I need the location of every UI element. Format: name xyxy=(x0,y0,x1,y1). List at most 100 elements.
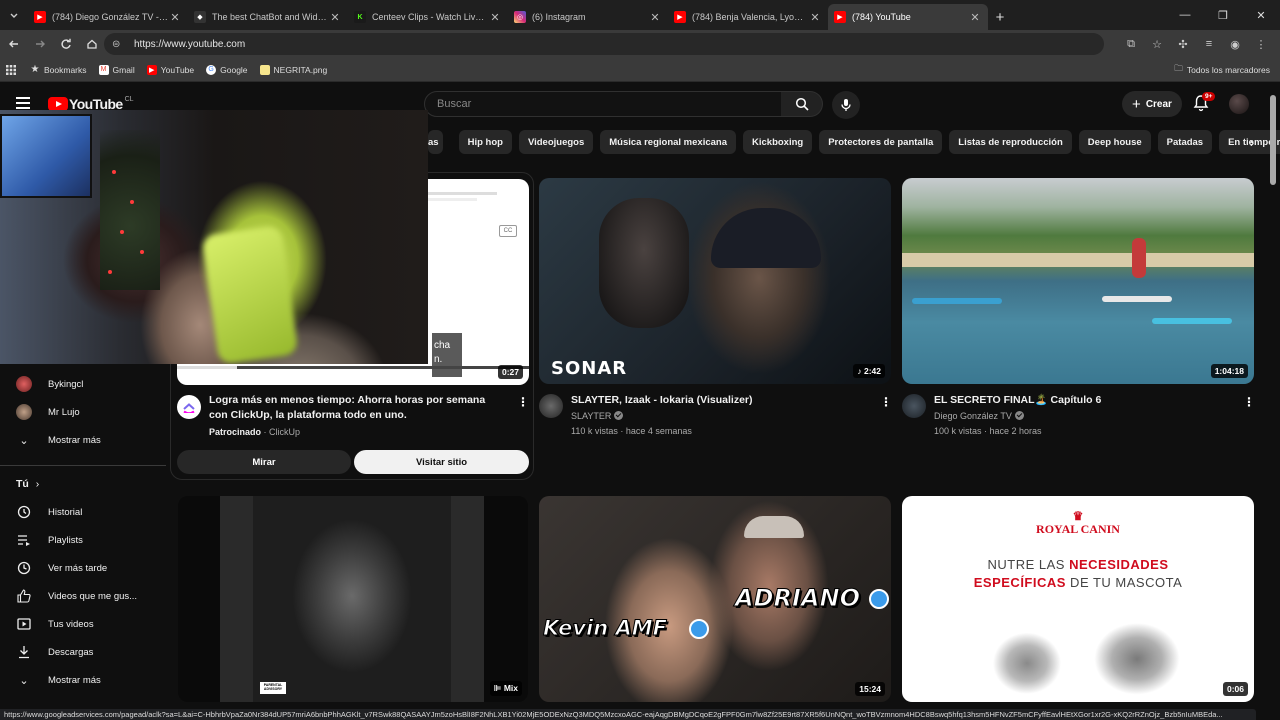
sidebar-item-show-more[interactable]: ⌄ Mostrar más xyxy=(0,667,166,693)
browser-tab-active[interactable]: ▶ (784) YouTube ✕ xyxy=(828,4,988,30)
bookmark-youtube[interactable]: ▶ YouTube xyxy=(146,64,194,75)
ad-progress-bar[interactable] xyxy=(177,366,529,369)
chip[interactable]: Listas de reproducción xyxy=(949,130,1072,154)
account-avatar[interactable] xyxy=(1229,94,1249,114)
bookmark-negrita[interactable]: NEGRITA.png xyxy=(259,64,327,75)
bookmark-bookmarks[interactable]: ★ Bookmarks xyxy=(30,64,87,75)
voice-search-button[interactable] xyxy=(832,91,860,119)
youtube-icon: ▶ xyxy=(146,64,157,75)
headline-plain: NUTRE LAS xyxy=(987,557,1070,572)
close-tab-icon[interactable]: ✕ xyxy=(648,11,662,24)
extensions-icon[interactable]: ✣ xyxy=(1170,33,1196,55)
channel-label: SLAYTER xyxy=(571,411,612,421)
close-tab-icon[interactable]: ✕ xyxy=(808,11,822,24)
bookmark-gmail[interactable]: M Gmail xyxy=(98,64,135,75)
cc-icon[interactable]: CC xyxy=(499,225,517,237)
bookmark-google[interactable]: G Google xyxy=(206,64,248,75)
menu-icon[interactable] xyxy=(16,97,30,109)
sidebar-item-liked[interactable]: Videos que me gus... xyxy=(0,583,166,609)
chip[interactable]: Hip hop xyxy=(458,130,512,154)
browser-tab[interactable]: K Centeev Clips - Watch Live on K ✕ xyxy=(348,4,508,30)
browser-tab[interactable]: ◎ (6) Instagram ✕ xyxy=(508,4,668,30)
close-tab-icon[interactable]: ✕ xyxy=(488,11,502,24)
all-bookmarks[interactable]: 🗀 Todos los marcadores xyxy=(1174,58,1270,82)
reload-icon[interactable] xyxy=(54,32,78,56)
install-app-icon[interactable]: ⧉ xyxy=(1118,33,1144,55)
home-icon[interactable] xyxy=(80,32,104,56)
sidebar-item-bykingcl[interactable]: Bykingcl xyxy=(0,371,166,397)
browser-tab[interactable]: ▶ (784) Diego González TV - YouT ✕ xyxy=(28,4,188,30)
watch-later-icon xyxy=(16,560,32,576)
minimize-icon[interactable]: — xyxy=(1166,0,1204,30)
back-icon[interactable] xyxy=(2,32,26,56)
sidebar-item-show-more[interactable]: ⌄ Mostrar más xyxy=(0,427,166,453)
sidebar-item-watch-later[interactable]: Ver más tarde xyxy=(0,555,166,581)
profile-icon[interactable]: ◉ xyxy=(1222,33,1248,55)
sidebar-item-your-videos[interactable]: Tus videos xyxy=(0,611,166,637)
close-tab-icon[interactable]: ✕ xyxy=(968,11,982,24)
ad-title[interactable]: Logra más en menos tiempo: Ahorra horas … xyxy=(209,393,499,423)
sidebar-item-history[interactable]: Historial xyxy=(0,499,166,525)
christmas-tree xyxy=(100,130,160,290)
chip[interactable]: Música regional mexicana xyxy=(600,130,736,154)
clickup-avatar[interactable] xyxy=(177,395,201,419)
verified-badge-icon xyxy=(869,589,889,609)
site-info-icon[interactable]: ⊜ xyxy=(112,39,126,50)
maximize-icon[interactable]: ❐ xyxy=(1204,0,1242,30)
chevron-right-icon[interactable]: › xyxy=(1240,130,1264,154)
visit-site-button[interactable]: Visitar sitio xyxy=(354,450,529,474)
channel-avatar[interactable] xyxy=(539,394,563,418)
chip[interactable]: Protectores de pantalla xyxy=(819,130,943,154)
close-tab-icon[interactable]: ✕ xyxy=(168,11,182,24)
create-button[interactable]: + Crear xyxy=(1122,91,1182,117)
close-window-icon[interactable]: ✕ xyxy=(1242,0,1280,30)
sidebar-item-label: Playlists xyxy=(48,534,83,546)
close-tab-icon[interactable]: ✕ xyxy=(328,11,342,24)
video-thumbnail[interactable]: SONAR ♪ 2:42 xyxy=(539,178,891,384)
more-options-icon[interactable]: ⋮ xyxy=(1243,395,1255,409)
sidebar-item-mr-lujo[interactable]: Mr Lujo xyxy=(0,399,166,425)
bookmark-star-icon[interactable]: ☆ xyxy=(1144,33,1170,55)
chip[interactable]: Deep house xyxy=(1078,130,1151,154)
video-thumbnail[interactable]: ADRIANO Kevin AMF 15:24 xyxy=(539,496,891,702)
chip[interactable]: Kickboxing xyxy=(743,130,813,154)
new-tab-button[interactable]: + xyxy=(988,4,1012,30)
video-title[interactable]: SLAYTER, Izaak - Iokaria (Visualizer) xyxy=(571,393,861,408)
video-thumbnail[interactable]: ♛ ROYAL CANIN NUTRE LAS NECESIDADES ESPE… xyxy=(902,496,1254,702)
clickup-logo-icon xyxy=(183,403,195,413)
video-thumbnail[interactable]: PARENTAL ADVISORY ⊫ Mix xyxy=(178,496,528,702)
thumbnail-figure xyxy=(599,198,689,328)
browser-menu-icon[interactable]: ⋮ xyxy=(1248,33,1274,55)
more-options-icon[interactable]: ⋮ xyxy=(880,395,892,409)
forward-icon[interactable] xyxy=(28,32,52,56)
sidebar-item-playlists[interactable]: Playlists xyxy=(0,527,166,553)
video-thumbnail[interactable]: 1:04:18 xyxy=(902,178,1254,384)
channel-name[interactable]: SLAYTER xyxy=(571,409,624,424)
search-input[interactable]: Buscar xyxy=(424,91,782,117)
address-bar[interactable]: ⊜ https://www.youtube.com xyxy=(104,33,1104,55)
headline-plain: DE TU MASCOTA xyxy=(1065,575,1183,590)
video-title[interactable]: EL SECRETO FINAL🏝️ Capítulo 6 xyxy=(934,393,1224,408)
channel-name[interactable]: Diego González TV xyxy=(934,409,1024,424)
browser-tab[interactable]: ◆ The best ChatBot and Widgets ✕ xyxy=(188,4,348,30)
you-section-title[interactable]: Tú › xyxy=(16,478,39,490)
advertiser-name: ClickUp xyxy=(269,427,301,437)
chip[interactable]: as xyxy=(428,130,443,154)
bookmark-label: Gmail xyxy=(112,64,135,75)
duration-badge: 0:27 xyxy=(497,365,523,379)
page-scrollbar[interactable] xyxy=(1270,95,1276,185)
more-options-icon[interactable]: ⋮ xyxy=(517,395,529,409)
sidebar-item-downloads[interactable]: Descargas xyxy=(0,639,166,665)
tab-search-icon[interactable] xyxy=(0,0,28,30)
chip[interactable]: Videojuegos xyxy=(518,130,594,154)
channel-avatar[interactable] xyxy=(902,394,926,418)
apps-icon[interactable] xyxy=(6,64,16,75)
youtube-favicon-icon: ▶ xyxy=(834,11,846,23)
chip[interactable]: Patadas xyxy=(1157,130,1213,154)
duration-badge: 15:24 xyxy=(855,682,885,696)
watch-button[interactable]: Mirar xyxy=(177,450,351,474)
media-controls-icon[interactable]: ≡ xyxy=(1196,33,1222,55)
browser-tab[interactable]: ▶ (784) Benja Valencia, Lyon La F ✕ xyxy=(668,4,828,30)
search-button[interactable] xyxy=(781,91,823,117)
browser-tab-bar: ▶ (784) Diego González TV - YouT ✕ ◆ The… xyxy=(0,0,1280,30)
